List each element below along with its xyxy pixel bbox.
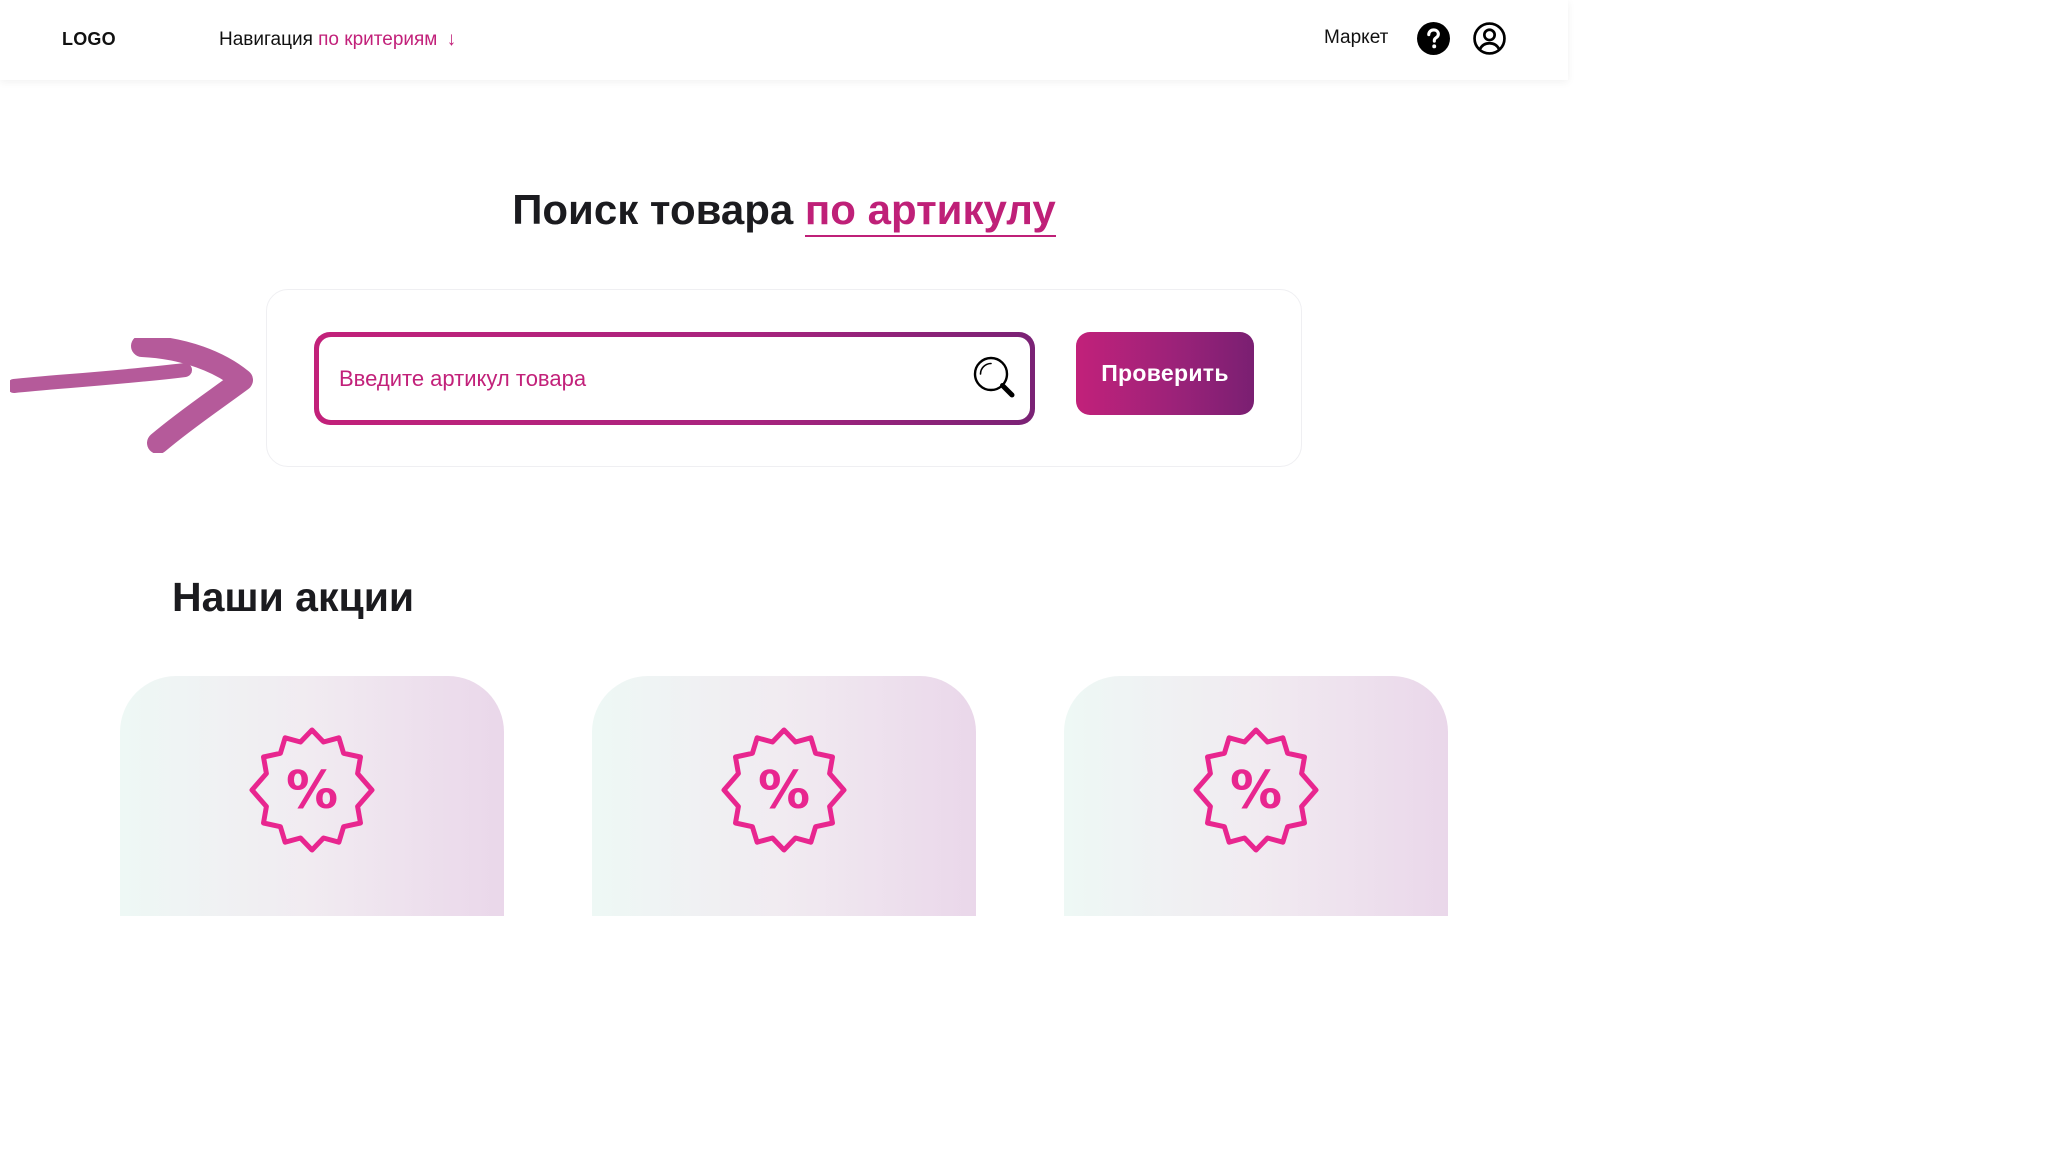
promos-title: Наши акции [172,574,415,620]
discount-badge-icon: % [721,727,847,853]
page-title: Поиск товара по артикулу [0,186,1568,237]
svg-text:%: % [286,761,338,821]
logo[interactable]: LOGO [62,29,116,50]
check-button[interactable]: Проверить [1076,332,1254,415]
nav-criteria-dropdown[interactable]: Навигация по критериям ↓ [219,29,456,51]
title-main: Поиск товара [512,186,794,233]
promo-card[interactable]: % [120,676,504,916]
discount-badge-icon: % [1193,727,1319,853]
nav-label: Навигация [219,29,313,50]
market-link[interactable]: Маркет [1324,27,1388,49]
user-circle-icon[interactable] [1473,22,1506,55]
nav-accent-label: по критериям [318,29,438,50]
search-field-inner [319,337,1030,420]
svg-text:%: % [758,761,810,821]
article-search-field [314,332,1035,425]
search-icon[interactable] [971,354,1017,400]
arrow-down-icon: ↓ [446,29,457,50]
svg-text:%: % [1230,761,1282,821]
top-header: LOGO Навигация по критериям ↓ Маркет [0,0,1568,80]
article-search-input[interactable] [339,359,939,399]
discount-badge-icon: % [249,727,375,853]
promo-card[interactable]: % [592,676,976,916]
title-accent: по артикулу [804,186,1056,237]
promo-card[interactable]: % [1064,676,1448,916]
question-circle-icon[interactable] [1417,22,1450,55]
pointing-arrow-icon [10,338,253,453]
page: LOGO Навигация по критериям ↓ Маркет Пои… [0,0,1568,916]
